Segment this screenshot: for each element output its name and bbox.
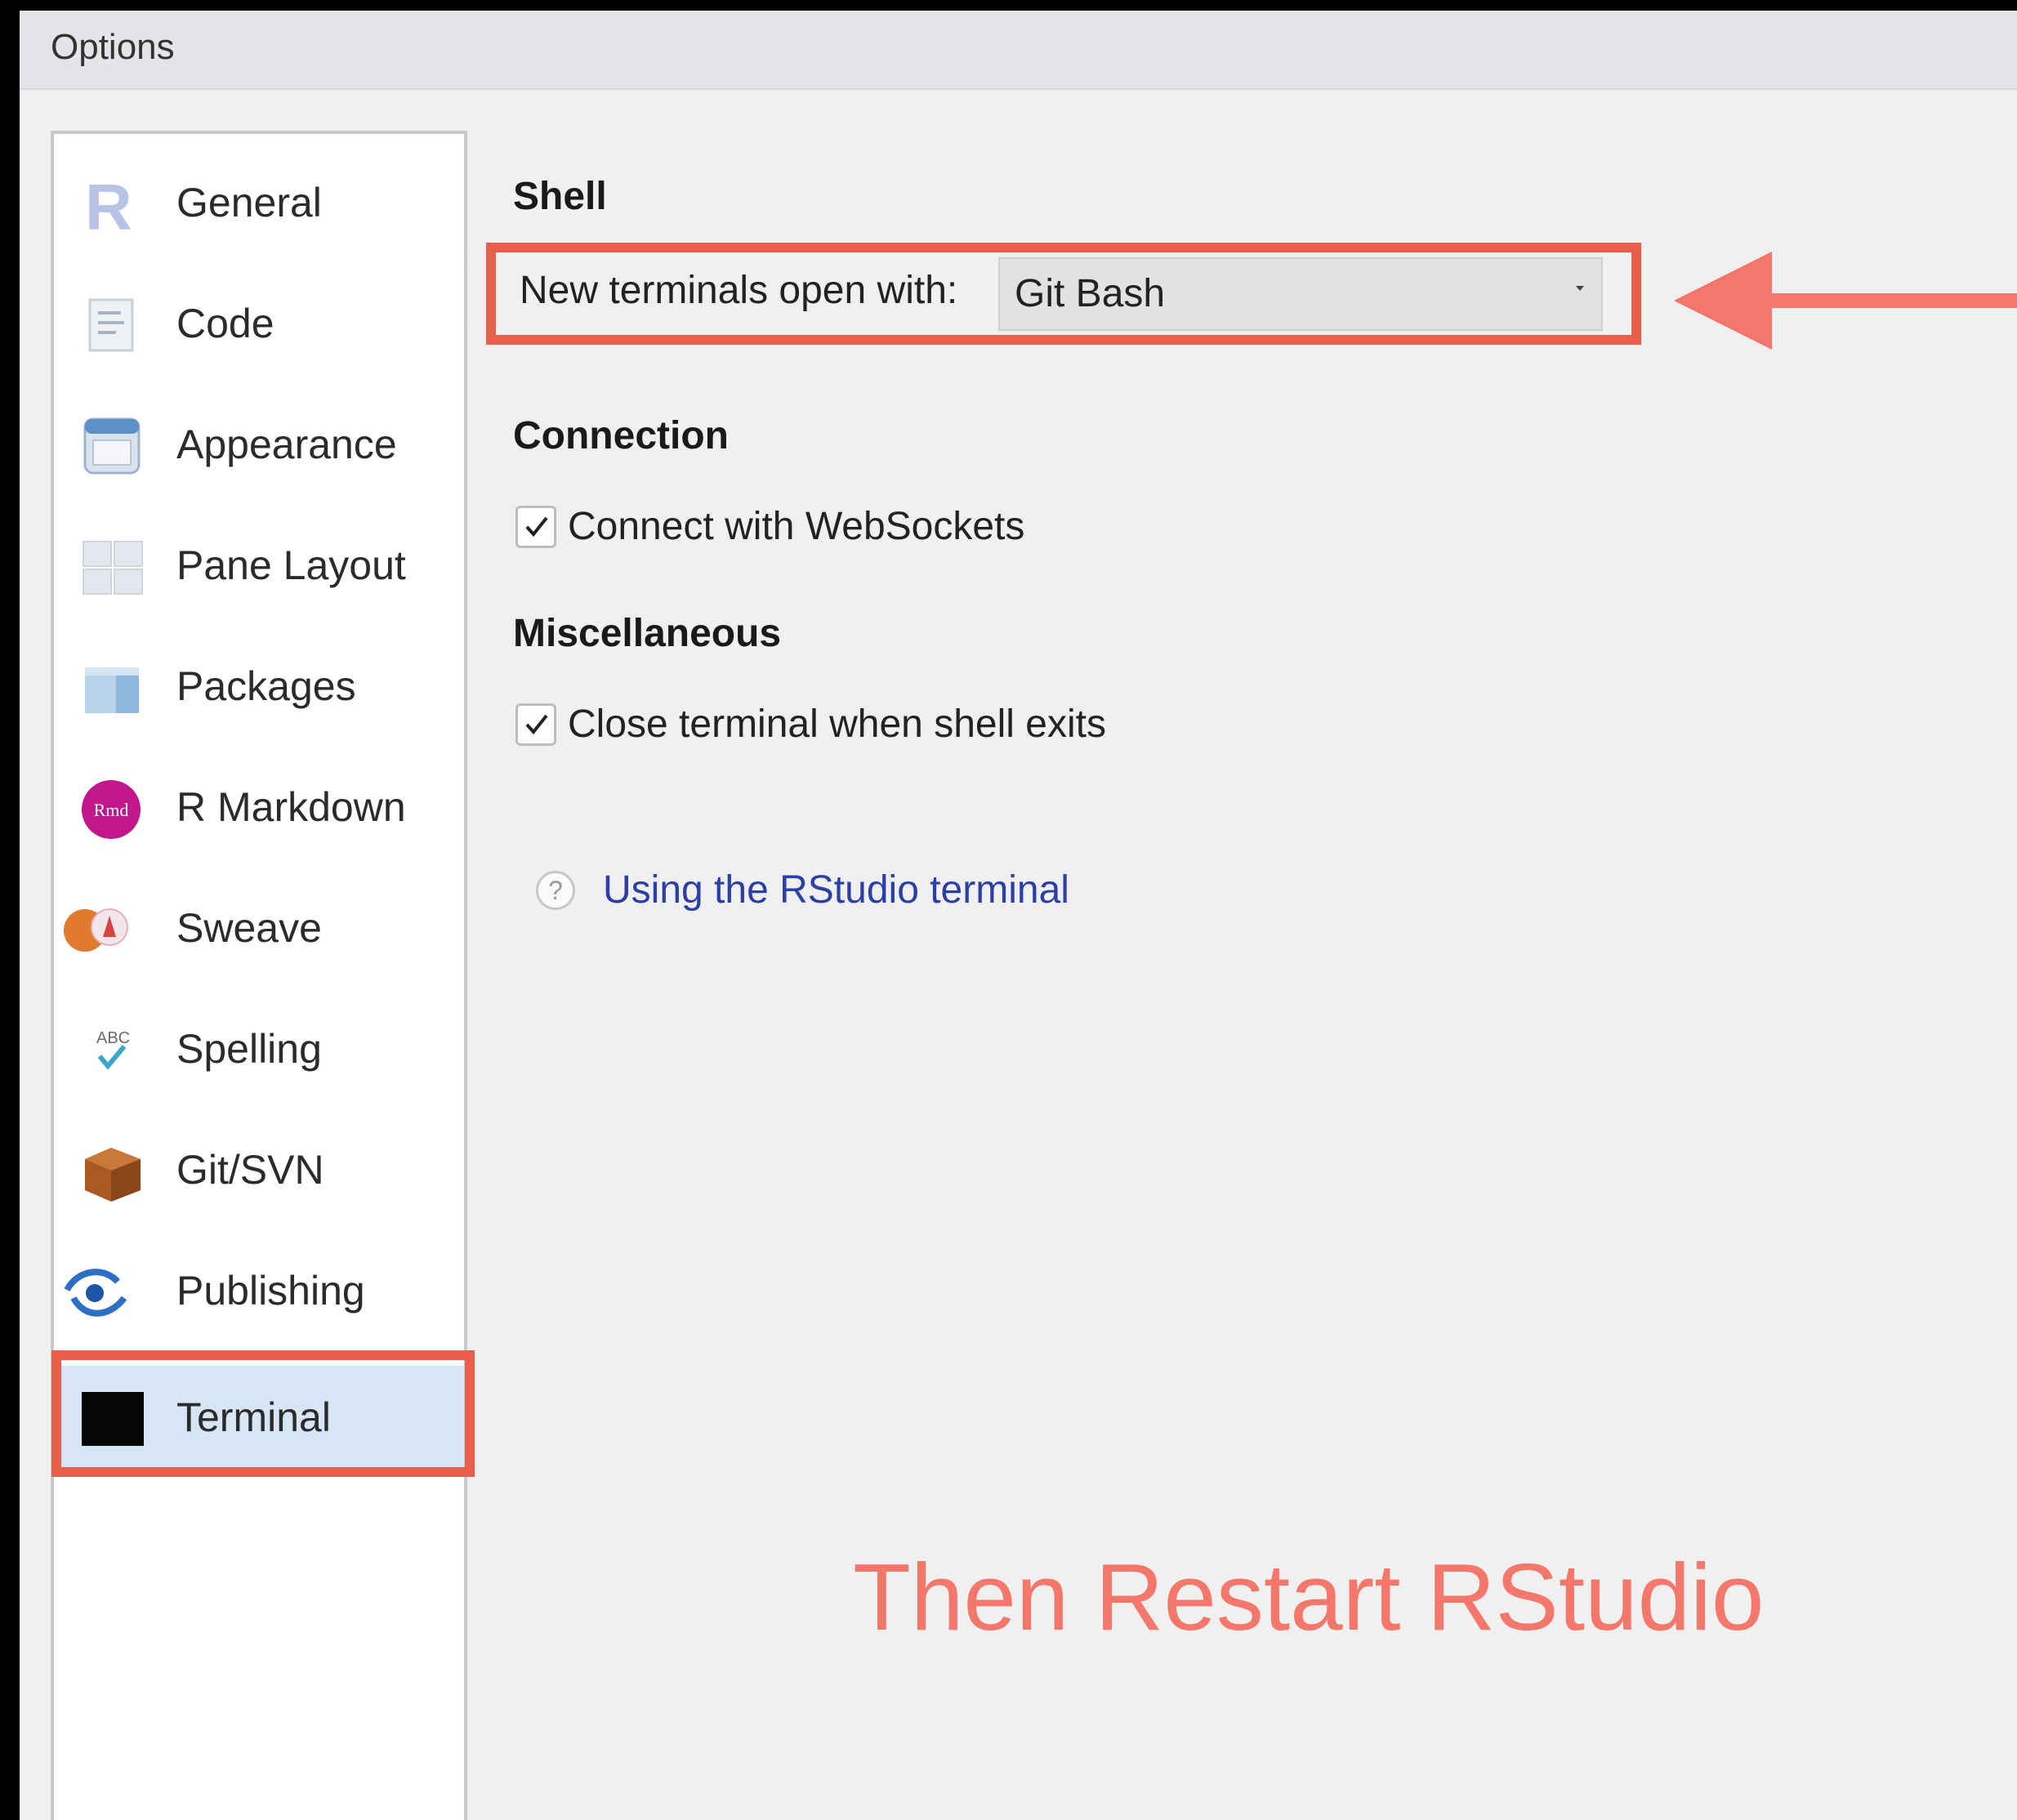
terminal-help-link[interactable]: Using the RStudio terminal xyxy=(603,868,1069,912)
window-title: Options xyxy=(51,27,175,67)
svg-text:R: R xyxy=(85,172,132,236)
new-terminals-select-value: Git Bash xyxy=(1015,272,1166,315)
close-terminal-checkbox[interactable] xyxy=(515,703,556,746)
publishing-icon xyxy=(64,1269,127,1317)
sidebar-item-label: Pane Layout xyxy=(176,542,406,588)
shell-section-title: Shell xyxy=(513,175,607,218)
connection-section-title: Connection xyxy=(513,414,729,457)
sidebar-item-label: Spelling xyxy=(176,1026,322,1072)
sidebar-item-r-markdown[interactable]: Rmd R Markdown xyxy=(54,747,464,868)
sidebar-item-label: Code xyxy=(176,301,274,346)
appearance-icon xyxy=(83,417,141,475)
sidebar-item-code[interactable]: Code xyxy=(54,263,464,384)
websockets-label: Connect with WebSockets xyxy=(568,505,1025,548)
packages-icon xyxy=(85,667,139,713)
svg-text:Rmd: Rmd xyxy=(94,800,129,820)
websockets-checkbox[interactable] xyxy=(515,506,556,548)
help-icon: ? xyxy=(536,871,575,910)
sidebar-item-label: Appearance xyxy=(176,422,397,467)
options-dialog: Options R General Code Appearance Pane L… xyxy=(20,11,2017,1820)
checkmark-icon xyxy=(525,714,548,735)
sidebar-item-label: Sweave xyxy=(176,905,322,951)
sidebar-item-packages[interactable]: Packages xyxy=(54,626,464,747)
pane-layout-icon xyxy=(83,541,143,595)
miscellaneous-section-title: Miscellaneous xyxy=(513,612,782,655)
git-svn-icon xyxy=(85,1148,141,1202)
annotation-arrow-icon xyxy=(1674,252,2017,350)
chevron-down-icon xyxy=(1576,286,1584,291)
restart-note: Then Restart RStudio xyxy=(853,1544,1765,1650)
sidebar-item-general[interactable]: R General xyxy=(54,142,464,263)
spelling-icon: ABC xyxy=(96,1029,130,1070)
r-logo-icon: R xyxy=(85,172,132,236)
sidebar-item-publishing[interactable]: Publishing xyxy=(54,1230,464,1351)
sidebar-item-git-svn[interactable]: Git/SVN xyxy=(54,1109,464,1230)
sidebar-item-label: Git/SVN xyxy=(176,1147,324,1193)
new-terminals-select[interactable]: Git Bash xyxy=(998,257,1603,331)
close-terminal-label: Close terminal when shell exits xyxy=(568,703,1106,746)
new-terminals-label: New terminals open with: xyxy=(520,269,958,312)
code-icon xyxy=(88,298,134,352)
sidebar-item-label: Publishing xyxy=(176,1268,365,1314)
checkmark-icon xyxy=(525,516,548,538)
sidebar-item-label: Packages xyxy=(176,663,356,709)
rmarkdown-icon: Rmd xyxy=(82,780,141,839)
sidebar-item-pane-layout[interactable]: Pane Layout xyxy=(54,505,464,626)
sidebar-item-sweave[interactable]: Sweave xyxy=(54,868,464,988)
sidebar-item-label: General xyxy=(176,180,322,225)
sidebar-item-appearance[interactable]: Appearance xyxy=(54,384,464,505)
sidebar-item-spelling[interactable]: ABC Spelling xyxy=(54,988,464,1109)
terminal-highlight-box xyxy=(51,1350,475,1477)
sidebar-item-label: R Markdown xyxy=(176,784,406,830)
title-bar: Options xyxy=(20,11,2017,90)
sweave-icon xyxy=(64,908,128,952)
options-sidebar: R General Code Appearance Pane Layout Pa… xyxy=(51,131,467,1820)
svg-text:ABC: ABC xyxy=(96,1029,130,1047)
